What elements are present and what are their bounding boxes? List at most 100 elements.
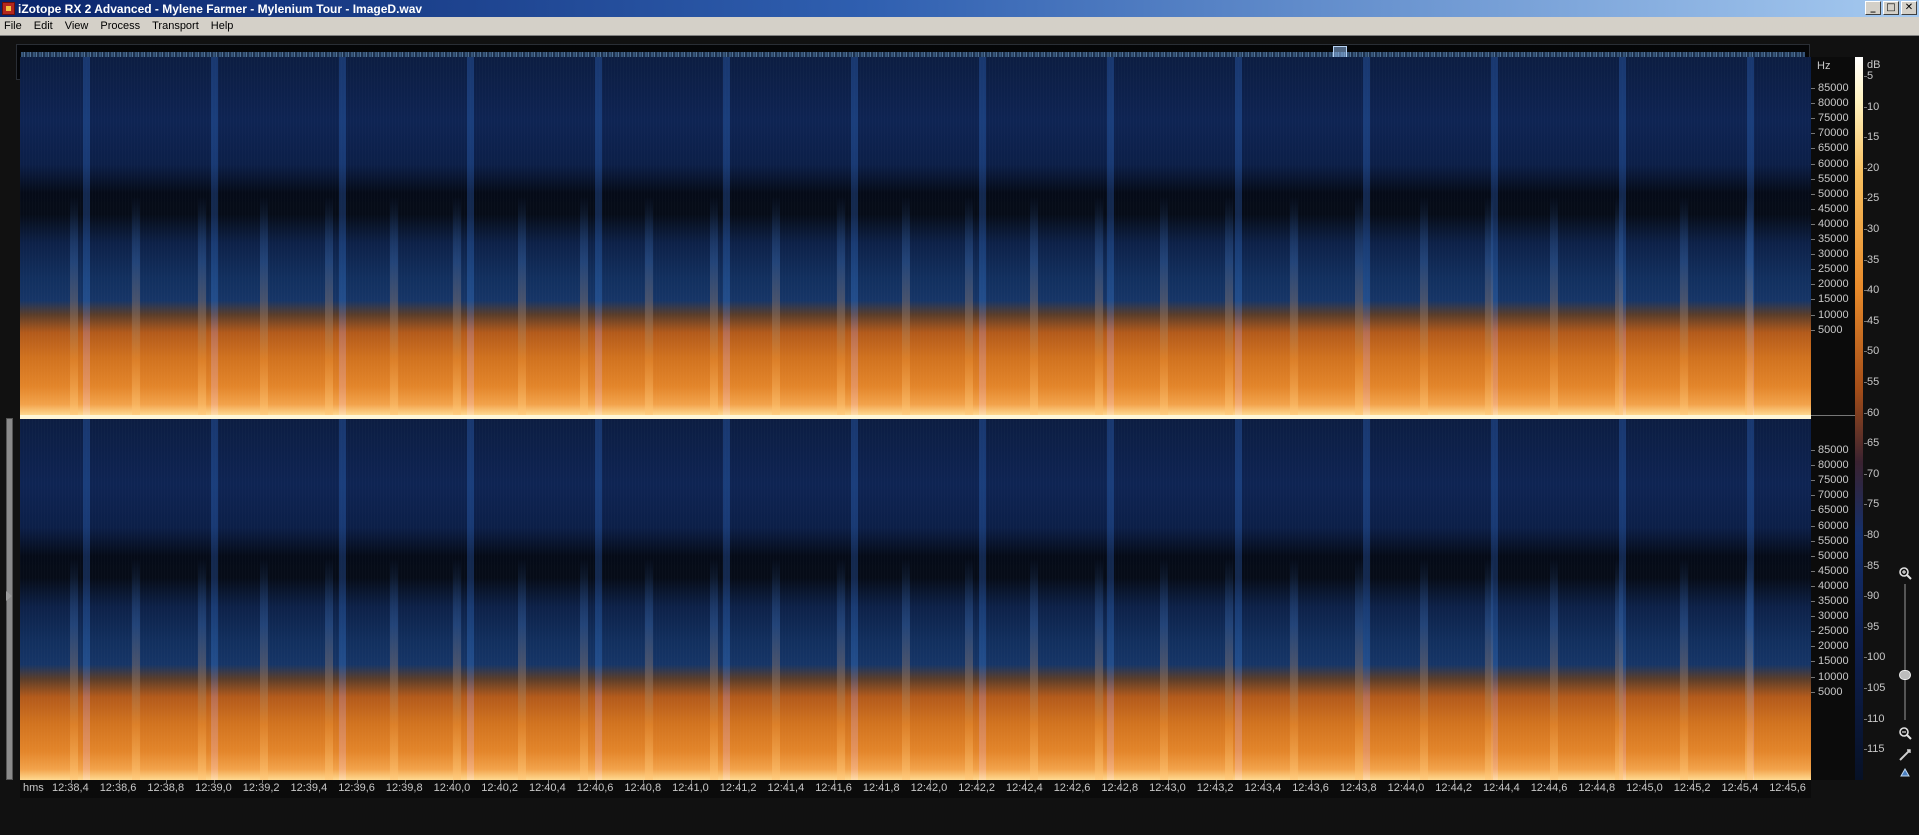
time-tick [1263,780,1265,783]
time-tick [261,780,263,783]
frequency-tick [1811,525,1815,527]
spectral-transient [710,197,718,415]
spectrogram-texture [20,419,1811,780]
db-tick-label: 115 [1867,743,1885,756]
menu-view[interactable]: View [59,17,95,36]
time-tick [452,780,454,783]
time-tick-label: 12:40,2 [481,782,518,794]
db-tick-label: 25 [1867,192,1880,205]
time-tick [1454,780,1456,783]
spectrogram-channel-left[interactable] [20,57,1811,415]
frequency-tick [1811,314,1815,316]
spectral-transient [1420,559,1428,780]
time-tick [214,780,216,783]
db-tick [1864,198,1867,200]
menu-edit[interactable]: Edit [28,17,59,36]
frequency-tick [1811,208,1815,210]
time-tick [1740,780,1742,783]
time-tick [595,780,597,783]
frequency-tick-label: 35000 [1818,595,1849,607]
time-tick-label: 12:45,2 [1673,782,1711,794]
zoom-in-icon[interactable] [1898,566,1912,580]
db-tick-label: 35 [1867,253,1880,266]
time-tick-label: 12:44,6 [1530,782,1568,794]
time-tick-label: 12:39,8 [385,782,423,794]
spectrogram-texture [20,57,1811,415]
spectral-transient [710,559,718,780]
maximize-button[interactable]: □ [1883,1,1899,15]
title-bar: iZotope RX 2 Advanced - Mylene Farmer - … [0,0,1919,17]
zoom-slider-thumb[interactable] [1899,670,1911,680]
time-tick [118,780,120,783]
spectral-transient [1030,197,1038,415]
time-tick-label: 12:39,6 [338,782,375,794]
vertical-zoom-icon[interactable] [1898,748,1912,762]
frequency-tick [1811,269,1815,271]
db-tick [1864,473,1867,475]
frequency-tick-label: 65000 [1818,142,1849,155]
time-tick-label: 12:39,4 [290,782,328,794]
time-tick-label: 12:43,4 [1244,782,1282,794]
frequency-tick [1811,631,1815,633]
frequency-tick [1811,118,1815,120]
spectral-transient [1550,559,1558,780]
spectrogram-view[interactable] [20,57,1811,780]
time-tick [1358,780,1360,783]
frequency-tick [1811,480,1815,482]
db-tick-label: 80 [1867,529,1880,541]
frequency-tick [1811,661,1815,663]
frequency-tick [1811,450,1815,451]
db-tick-label: 15 [1867,131,1880,144]
close-button[interactable]: ✕ [1901,1,1917,15]
menu-process[interactable]: Process [94,17,146,36]
frequency-tick-label: 80000 [1818,459,1849,472]
spectrogram-channel-right[interactable] [20,419,1811,780]
spectral-transient [1290,197,1298,415]
db-tick [1864,412,1867,414]
time-tick-label: 12:45,6 [1769,782,1806,794]
spectral-transient [1095,559,1103,780]
spectral-transient [902,559,910,780]
frequency-tick-label: 75000 [1818,112,1849,125]
db-tick-label: 105 [1867,682,1886,694]
time-tick [1692,780,1694,783]
menu-file[interactable]: File [0,17,28,36]
db-tick-label: 30 [1867,223,1880,235]
db-tick [1864,749,1867,751]
minimize-button[interactable]: _ [1865,1,1881,15]
frequency-tick-label: 70000 [1818,489,1849,502]
db-tick [1864,137,1867,139]
spectral-transient [1420,197,1428,415]
db-tick-label: 75 [1867,498,1880,511]
app-icon[interactable] [2,2,15,15]
reset-zoom-icon[interactable] [1898,766,1912,780]
scroll-arrow-icon[interactable] [6,591,12,601]
time-tick [1645,780,1647,783]
zoom-out-icon[interactable] [1898,726,1912,740]
db-tick [1864,718,1867,720]
menu-help[interactable]: Help [205,17,240,36]
time-tick [309,780,311,783]
spectral-transient [1355,559,1363,780]
frequency-tick [1811,254,1815,256]
time-tick-label: 12:45,0 [1626,782,1663,794]
spectral-transient [453,559,461,780]
db-tick [1864,565,1867,567]
spectral-transient [1485,197,1493,415]
time-tick [1072,780,1074,783]
spectral-transient [325,559,333,780]
menu-transport[interactable]: Transport [146,17,205,36]
db-tick-label: 95 [1867,620,1880,633]
spectral-transient [132,197,140,415]
zoom-controls [1894,566,1916,786]
db-tick-label: 5 [1867,70,1874,82]
frequency-tick [1811,540,1815,542]
time-tick [786,780,788,783]
zoom-slider-track[interactable] [1904,584,1906,720]
db-tick [1864,167,1867,169]
time-tick [166,780,168,783]
db-tick [1864,351,1867,353]
db-tick [1864,320,1867,322]
spectral-transient [1290,559,1298,780]
db-tick [1864,382,1867,383]
